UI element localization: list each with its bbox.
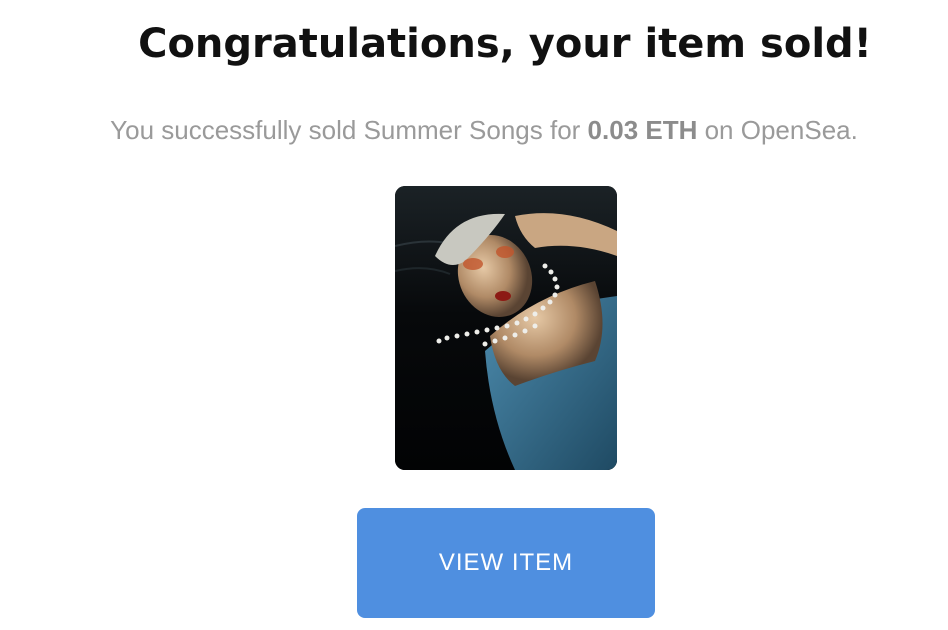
message-prefix: You successfully sold [110,115,364,145]
item-name: Summer Songs [363,115,543,145]
item-image [395,186,617,470]
page-title: Congratulations, your item sold! [138,21,872,67]
sale-message: You successfully sold Summer Songs for 0… [0,108,948,152]
view-item-button[interactable]: VIEW ITEM [357,508,655,618]
message-for: for [542,115,588,145]
message-suffix: on OpenSea. [697,115,858,145]
sale-price: 0.03 ETH [587,115,698,145]
